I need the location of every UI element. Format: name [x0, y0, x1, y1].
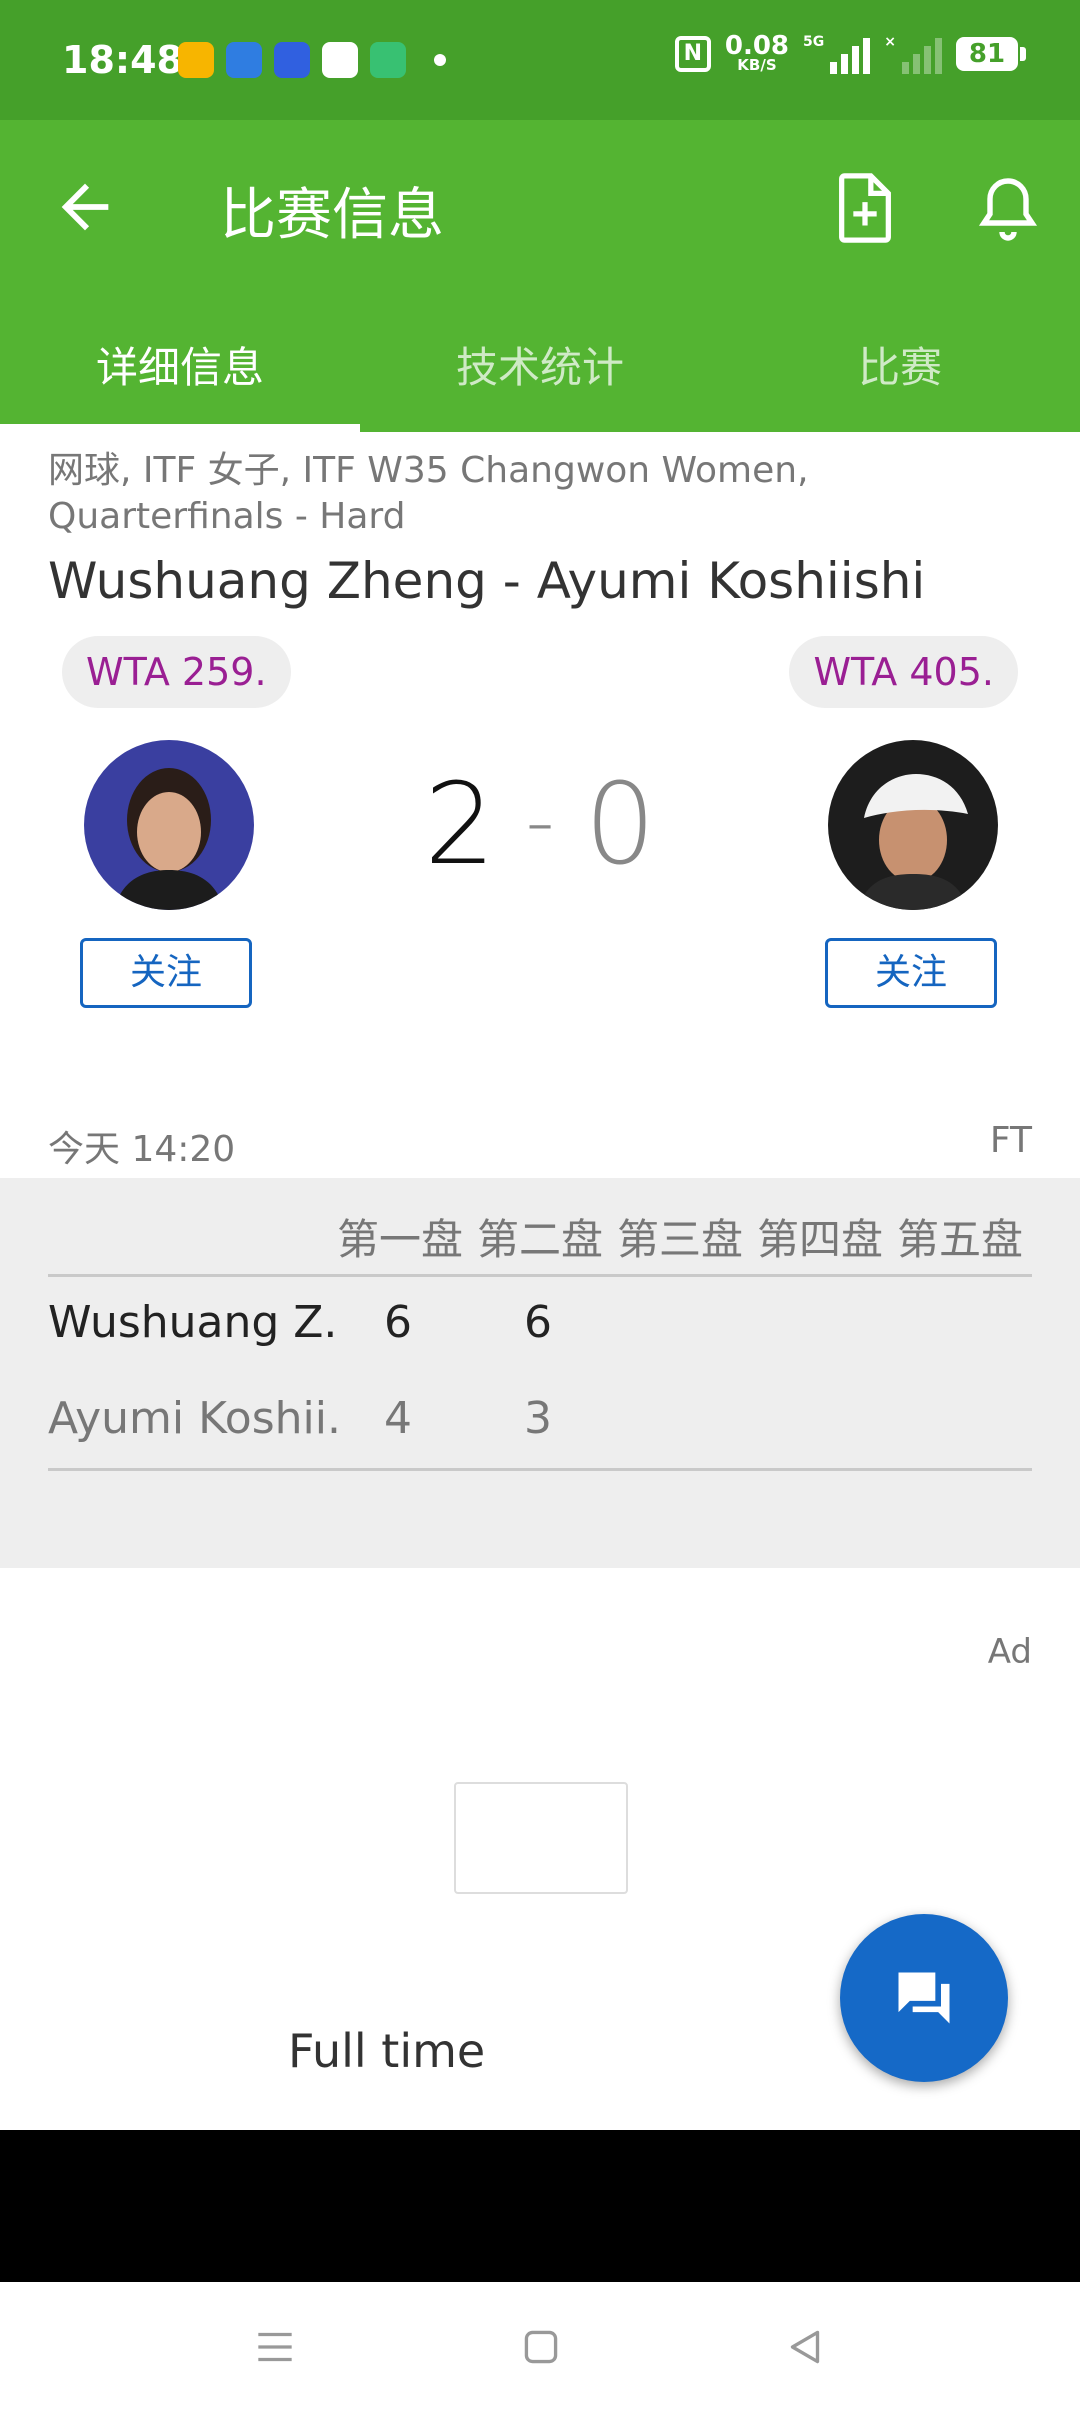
ad-placeholder[interactable]	[454, 1782, 628, 1894]
maps-icon	[322, 42, 358, 78]
menu-icon[interactable]	[250, 2322, 300, 2372]
cloud-app-icon	[226, 42, 262, 78]
app-icon	[370, 42, 406, 78]
set-score: 4	[384, 1393, 412, 1444]
add-note-icon[interactable]	[830, 170, 900, 246]
ad-label: Ad	[987, 1632, 1032, 1672]
set-row-away: Ayumi Koshii... 4 3	[48, 1374, 1032, 1464]
back-nav-icon[interactable]	[780, 2322, 830, 2372]
tab-stats[interactable]: 技术统计	[360, 310, 720, 432]
follow-away-button[interactable]: 关注	[825, 938, 997, 1008]
set-row-home: Wushuang Z... 6 6	[48, 1278, 1032, 1368]
chat-icon	[898, 1972, 950, 2024]
chat-fab-button[interactable]	[840, 1914, 1008, 2082]
match-date: 今天 14:20	[48, 1129, 236, 1170]
signal-sim2-icon: ×	[884, 34, 942, 74]
tab-bar: 详细信息 技术统计 比赛	[0, 310, 1080, 432]
home-rank-badge: WTA 259.	[62, 636, 291, 708]
event-full-time: Full time	[288, 2024, 486, 2078]
set-header-1: 第一盘	[336, 1215, 463, 1264]
set-headers: 第一盘 第二盘 第三盘 第四盘 第五盘	[330, 1206, 1030, 1267]
signal-sim1-icon: 5G	[803, 34, 871, 74]
battery-icon: 81	[956, 37, 1026, 71]
more-notifications-dot	[434, 54, 446, 66]
status-bar: 18:48 N 0.08 KB/S 5G × 81	[0, 0, 1080, 120]
score-separator: -	[525, 775, 555, 868]
tab-match[interactable]: 比赛	[720, 310, 1080, 432]
back-arrow-icon[interactable]	[50, 172, 120, 242]
baidu-icon	[274, 42, 310, 78]
notification-icons	[178, 42, 406, 78]
competition-info: 网球, ITF 女子, ITF W35 Changwon Women, Quar…	[48, 450, 809, 537]
divider	[48, 1468, 1032, 1471]
divider	[48, 1274, 1032, 1277]
set-score: 6	[384, 1297, 412, 1348]
match-status: FT	[989, 1120, 1032, 1161]
weibo-icon	[178, 42, 214, 78]
status-time: 18:48	[62, 38, 183, 82]
set-row-name: Ayumi Koshii...	[48, 1393, 338, 1444]
home-score: 2	[424, 760, 496, 890]
set-row-name: Wushuang Z...	[48, 1297, 338, 1348]
set-header-3: 第三盘	[616, 1215, 743, 1264]
set-header-5: 第五盘	[896, 1215, 1023, 1264]
bell-icon[interactable]	[972, 172, 1044, 244]
page-title: 比赛信息	[220, 183, 444, 248]
set-score: 6	[524, 1297, 552, 1348]
home-icon[interactable]	[516, 2322, 566, 2372]
match-title: Wushuang Zheng - Ayumi Koshiishi	[48, 552, 926, 610]
away-rank-badge: WTA 405.	[789, 636, 1018, 708]
set-score: 3	[524, 1393, 552, 1444]
black-banner	[0, 2130, 1080, 2282]
follow-home-button[interactable]: 关注	[80, 938, 252, 1008]
set-header-4: 第四盘	[756, 1215, 883, 1264]
net-speed: 0.08 KB/S	[724, 31, 790, 74]
away-score: 0	[584, 760, 656, 890]
set-header-2: 第二盘	[476, 1215, 603, 1264]
set-scores-panel: 第一盘 第二盘 第三盘 第四盘 第五盘 Wushuang Z... 6 6 Ay…	[0, 1178, 1080, 1568]
app-bar: 比赛信息 详细信息 技术统计 比赛	[0, 120, 1080, 432]
tab-details[interactable]: 详细信息	[0, 310, 360, 432]
system-nav-bar	[0, 2282, 1080, 2414]
match-score: 2-0	[0, 760, 1080, 890]
nfc-icon: N	[674, 36, 711, 72]
